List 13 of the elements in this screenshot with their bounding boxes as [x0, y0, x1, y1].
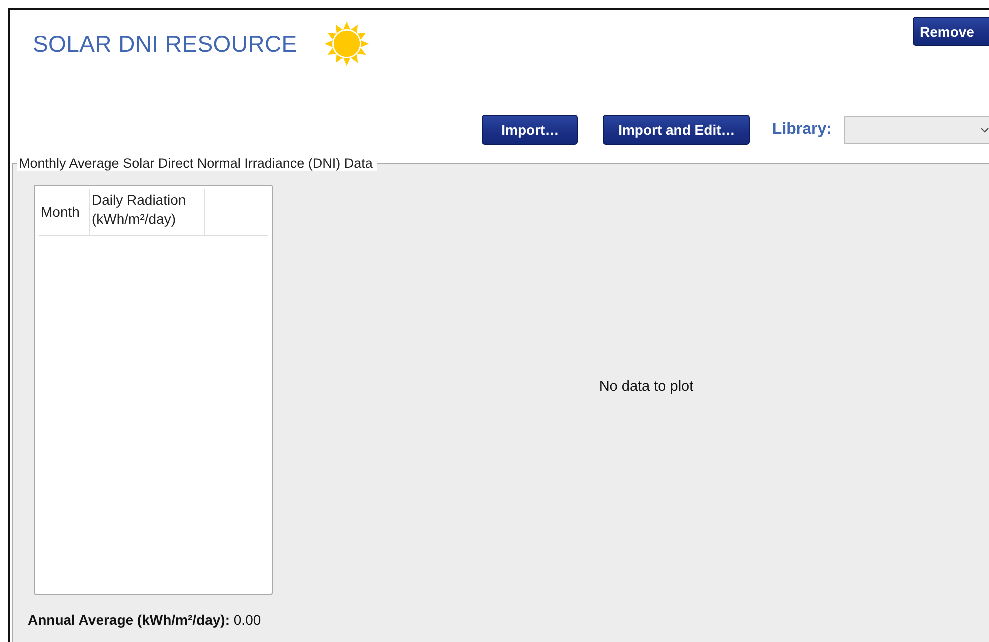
column-header: Daily Radiation (kWh/m²/day)	[90, 189, 205, 235]
plot-message: No data to plot	[599, 378, 694, 394]
import-button[interactable]: Import…	[482, 115, 578, 145]
import-button[interactable]: Import and Edit…	[603, 115, 750, 145]
remove-button[interactable]: Remove	[913, 17, 989, 46]
annual-average-text: Annual Average (kWh/m²/day): 0.00	[28, 612, 262, 628]
page-title: SOLAR DNI RESOURCE	[33, 30, 298, 58]
caret-icon	[981, 128, 989, 132]
library-label: Library:	[772, 121, 832, 139]
column-header: Month	[39, 189, 90, 235]
library-dropdown[interactable]	[844, 116, 989, 144]
sun-icon	[323, 21, 372, 67]
panel-title: Monthly Average Solar Direct Normal Irradiance (DNI) Data	[17, 156, 377, 171]
